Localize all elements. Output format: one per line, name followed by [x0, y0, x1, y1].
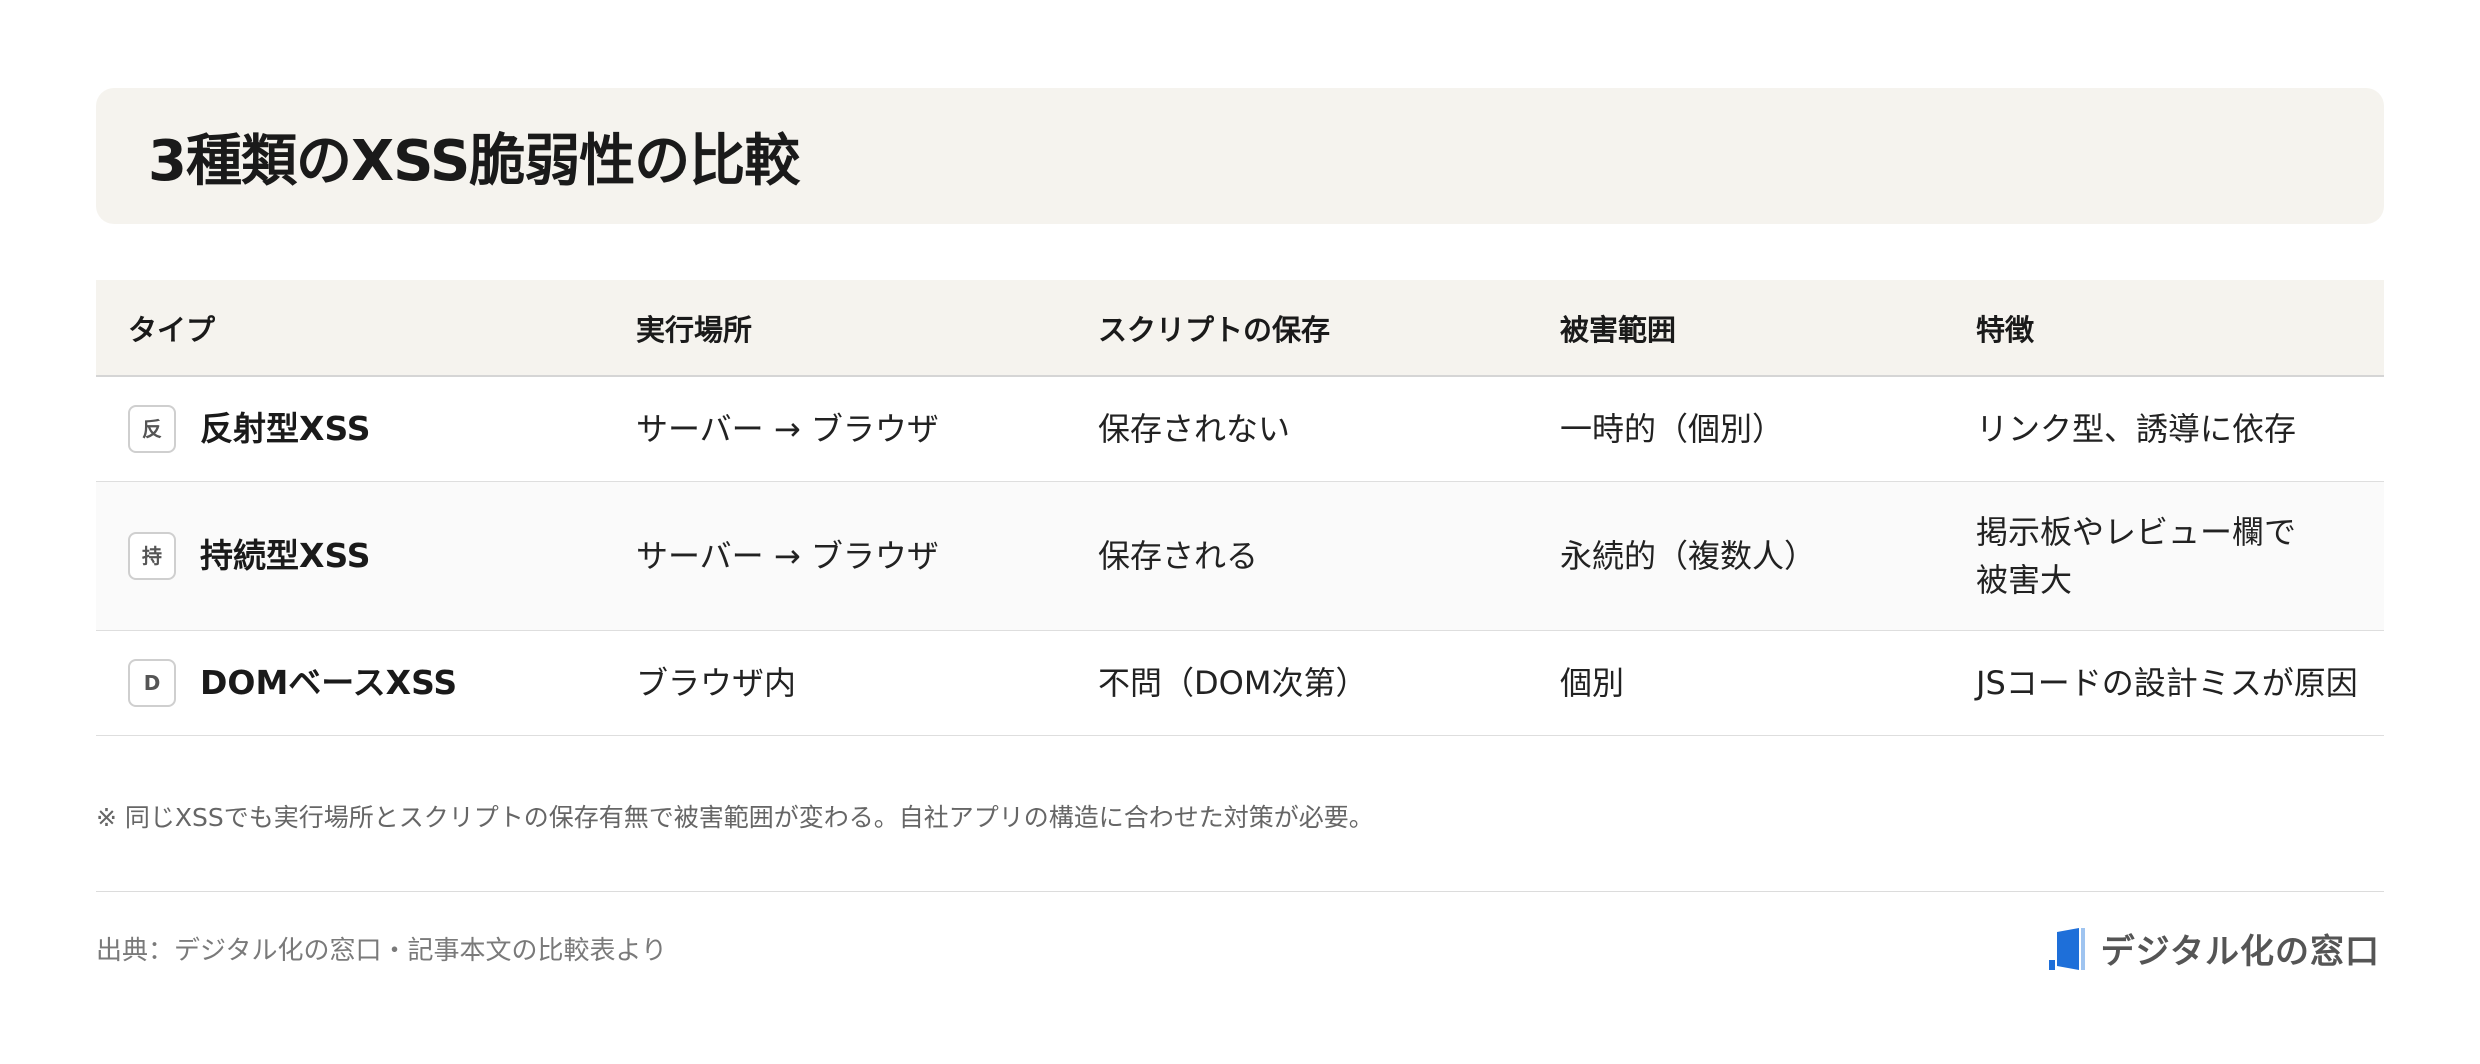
header-type: タイプ — [96, 280, 636, 377]
footnote: ※ 同じXSSでも実行場所とスクリプトの保存有無で被害範囲が変わる。自社アプリの… — [96, 803, 1374, 832]
scope-cell: 個別 — [1560, 630, 1976, 736]
type-name: 持続型XSS — [200, 536, 371, 576]
storage-cell: 保存される — [1098, 481, 1560, 631]
table-row: 持 持続型XSS サーバー → ブラウザ 保存される 永続的（複数人） 掲示板や… — [96, 481, 2384, 631]
source-credit: 出典：デジタル化の窓口・記事本文の比較表より — [96, 936, 667, 966]
brand: デジタル化の窓口 — [2048, 924, 2380, 973]
location-cell: サーバー → ブラウザ — [636, 376, 1098, 482]
type-cell: 反 反射型XSS — [128, 404, 636, 454]
storage-cell: 不問（DOM次第） — [1098, 630, 1560, 736]
feature-line: 被害大 — [1976, 561, 2073, 599]
feature-cell: 掲示板やレビュー欄で 被害大 — [1976, 481, 2384, 631]
scope-cell: 一時的（個別） — [1560, 376, 1976, 482]
feature-line: 掲示板やレビュー欄で — [1976, 513, 2297, 551]
table-header-row: タイプ 実行場所 スクリプトの保存 被害範囲 特徴 — [96, 280, 2384, 377]
location-cell: ブラウザ内 — [636, 630, 1098, 736]
feature-cell: リンク型、誘導に依存 — [1976, 376, 2384, 482]
type-name: DOMベースXSS — [200, 663, 458, 703]
header-scope: 被害範囲 — [1560, 280, 1976, 377]
type-name: 反射型XSS — [200, 409, 371, 449]
feature-line: リンク型、誘導に依存 — [1976, 410, 2297, 448]
header-storage: スクリプトの保存 — [1098, 280, 1560, 377]
window-logo-icon — [2048, 927, 2085, 970]
header-location: 実行場所 — [636, 280, 1098, 377]
feature-line: JSコードの設計ミスが原因 — [1976, 664, 2358, 702]
title-banner: 3種類のXSS脆弱性の比較 — [96, 88, 2384, 224]
location-cell: サーバー → ブラウザ — [636, 481, 1098, 631]
table-row: D DOMベースXSS ブラウザ内 不問（DOM次第） 個別 JSコードの設計ミ… — [96, 630, 2384, 736]
dom-icon: D — [128, 659, 176, 707]
brand-name: デジタル化の窓口 — [2100, 932, 2380, 972]
comparison-table: タイプ 実行場所 スクリプトの保存 被害範囲 特徴 反 反射型XSS サーバー … — [96, 280, 2384, 736]
type-cell: D DOMベースXSS — [128, 658, 636, 708]
table-row: 反 反射型XSS サーバー → ブラウザ 保存されない 一時的（個別） リンク型… — [96, 376, 2384, 482]
type-cell: 持 持続型XSS — [128, 531, 636, 581]
reflected-icon: 反 — [128, 405, 176, 453]
persistent-icon: 持 — [128, 532, 176, 580]
feature-cell: JSコードの設計ミスが原因 — [1976, 630, 2384, 736]
page-title: 3種類のXSS脆弱性の比較 — [148, 128, 800, 194]
divider — [96, 891, 2384, 892]
scope-cell: 永続的（複数人） — [1560, 481, 1976, 631]
storage-cell: 保存されない — [1098, 376, 1560, 482]
header-feature: 特徴 — [1976, 280, 2384, 377]
